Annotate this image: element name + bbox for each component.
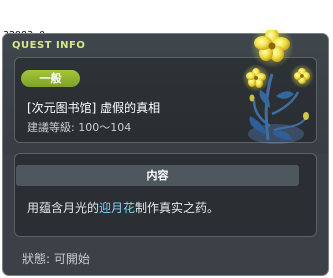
desc-suffix: 制作真实之药。 (135, 201, 220, 215)
quest-description: 用蕴含月光的迎月花制作真实之药。 (27, 199, 219, 216)
quest-status: 狀態: 可開始 (22, 252, 90, 266)
quest-title: [次元图书馆] 虚假的真相 (27, 101, 161, 115)
recommended-level: 建議等級: 100〜104 (27, 121, 132, 134)
category-badge: 一般 (21, 70, 80, 87)
desc-prefix: 用蕴含月光的 (27, 201, 100, 215)
glowing-flower-icon (242, 30, 314, 144)
item-name-highlight: 迎月花 (99, 201, 136, 215)
section-title: QUEST INFO (12, 40, 86, 51)
content-header: 内容 (16, 165, 299, 186)
